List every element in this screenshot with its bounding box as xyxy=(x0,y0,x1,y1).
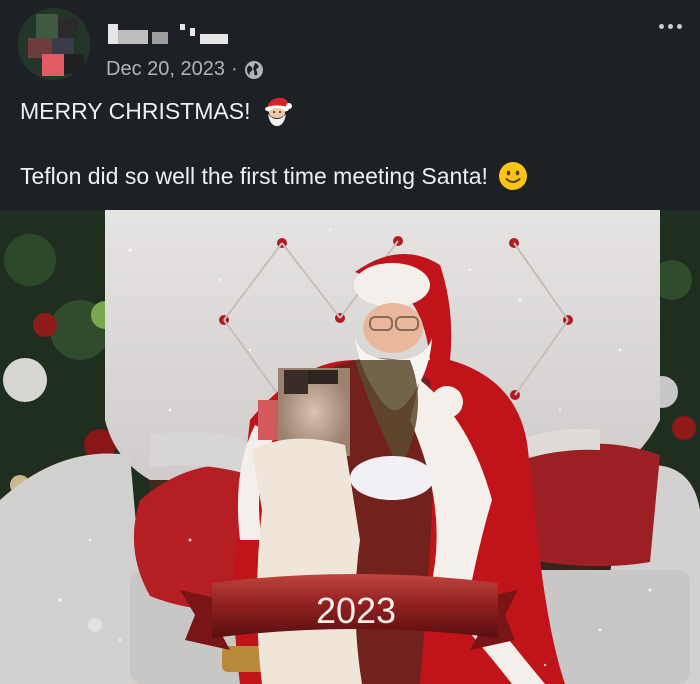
baby-blurred xyxy=(252,368,362,684)
post-text-line-1: MERRY CHRISTMAS! xyxy=(20,94,294,128)
post-text-line-2: Teflon did so well the first time meetin… xyxy=(20,161,528,191)
banner-year-text: 2023 xyxy=(316,590,396,631)
post-text-merry-christmas: MERRY CHRISTMAS! xyxy=(20,97,251,124)
post-text-teflon: Teflon did so well the first time meetin… xyxy=(20,162,488,189)
meta-separator: · xyxy=(230,58,238,80)
more-options-icon[interactable] xyxy=(650,14,690,38)
author-name-redacted[interactable] xyxy=(108,22,238,48)
post-meta: Dec 20, 2023 · xyxy=(106,58,264,81)
post-photo[interactable]: 2023 xyxy=(0,210,700,684)
globe-icon[interactable] xyxy=(244,60,264,80)
post-date[interactable]: Dec 20, 2023 xyxy=(106,58,225,81)
smiling-face-emoji-icon xyxy=(498,161,528,191)
santa-face-emoji-icon xyxy=(260,94,294,128)
post-header: Dec 20, 2023 · xyxy=(0,0,700,90)
author-avatar[interactable] xyxy=(18,8,90,80)
